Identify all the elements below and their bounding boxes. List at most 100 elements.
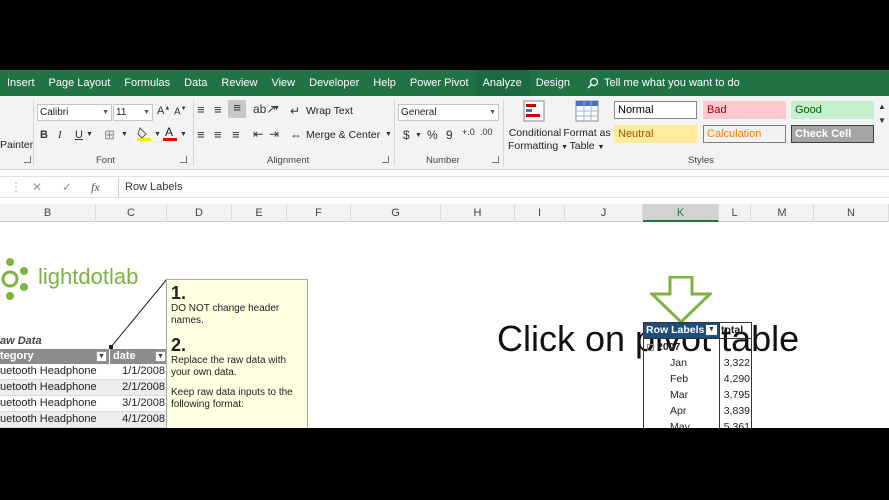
- column-header-l[interactable]: L: [719, 204, 751, 222]
- table-row[interactable]: uetooth Headphone 1/1/2008: [0, 364, 167, 380]
- decrease-decimal-icon[interactable]: .00: [480, 127, 493, 137]
- align-right-icon[interactable]: ≡: [232, 127, 240, 142]
- column-header-c[interactable]: C: [96, 204, 167, 222]
- bold-button[interactable]: B: [40, 129, 48, 141]
- font-color-icon[interactable]: A: [163, 125, 177, 144]
- collapse-icon[interactable]: −: [647, 343, 654, 351]
- increase-indent-icon[interactable]: ⇥: [269, 127, 279, 141]
- column-header-n[interactable]: N: [814, 204, 889, 222]
- align-middle-icon[interactable]: ≡: [214, 102, 222, 117]
- pivot-month-label[interactable]: Mar: [670, 387, 688, 403]
- pivot-month-label[interactable]: May: [670, 419, 690, 428]
- conditional-formatting-button[interactable]: Conditional Formatting ▼: [508, 127, 568, 154]
- tab-developer[interactable]: Developer: [302, 70, 366, 96]
- format-as-table-button[interactable]: Format as Table ▼: [562, 127, 612, 154]
- table-row[interactable]: uetooth Headphone 4/1/2008: [0, 412, 167, 428]
- decrease-indent-icon[interactable]: ⇤: [253, 127, 263, 141]
- tab-page-layout[interactable]: Page Layout: [42, 70, 118, 96]
- pivot-total-value[interactable]: 3,795: [719, 387, 750, 403]
- instruction-note[interactable]: 1. DO NOT change header names. 2. Replac…: [166, 279, 308, 428]
- merge-center-button[interactable]: Merge & Center: [306, 129, 380, 141]
- insert-function-icon[interactable]: fx: [91, 180, 100, 195]
- column-header-b[interactable]: B: [0, 204, 96, 222]
- column-header-j[interactable]: J: [565, 204, 643, 222]
- tab-insert[interactable]: Insert: [0, 70, 42, 96]
- pivot-total-value[interactable]: 3,839: [719, 403, 750, 419]
- column-header-h[interactable]: H: [441, 204, 515, 222]
- style-bad[interactable]: Bad: [703, 101, 786, 119]
- tab-analyze[interactable]: Analyze: [475, 70, 529, 96]
- column-header-k[interactable]: K: [643, 204, 719, 222]
- pivot-year-row[interactable]: −2007: [647, 339, 680, 355]
- format-as-table-icon[interactable]: [575, 100, 599, 125]
- pivot-month-label[interactable]: Feb: [670, 371, 688, 387]
- column-header-g[interactable]: G: [351, 204, 441, 222]
- styles-scroll-up-icon[interactable]: ▲: [878, 102, 886, 111]
- column-header-e[interactable]: E: [232, 204, 287, 222]
- pivot-total-value[interactable]: 4,290: [719, 371, 750, 387]
- font-launcher-icon[interactable]: [180, 156, 187, 163]
- currency-dropdown-icon[interactable]: ▼: [415, 132, 422, 139]
- column-header-i[interactable]: I: [515, 204, 565, 222]
- style-calculation[interactable]: Calculation: [703, 125, 786, 143]
- tab-formulas[interactable]: Formulas: [117, 70, 177, 96]
- number-launcher-icon[interactable]: [492, 156, 499, 163]
- filter-dropdown-icon[interactable]: ▼: [155, 351, 166, 362]
- formula-input[interactable]: Row Labels: [118, 177, 182, 197]
- table-row[interactable]: uetooth Headphone 3/1/2008: [0, 396, 167, 412]
- alignment-launcher-icon[interactable]: [382, 156, 389, 163]
- increase-decimal-icon[interactable]: +.0: [462, 127, 475, 137]
- align-left-icon[interactable]: ≡: [197, 127, 205, 142]
- table-header-category[interactable]: tegory ▼: [0, 349, 109, 364]
- filter-dropdown-icon[interactable]: ▼: [96, 351, 107, 362]
- font-color-dropdown-icon[interactable]: ▼: [180, 131, 187, 138]
- pivot-total-value[interactable]: 3,322: [719, 355, 750, 371]
- align-bottom-icon[interactable]: ≡: [228, 100, 246, 118]
- font-name-dropdown[interactable]: Calibri ▼: [37, 104, 112, 121]
- pivot-month-label[interactable]: Apr: [670, 403, 686, 419]
- worksheet-grid[interactable]: lightdotlab aw Data tegory ▼ date ▼ ueto…: [0, 222, 889, 428]
- table-row[interactable]: uetooth Headphone 2/1/2008: [0, 380, 167, 396]
- increase-font-icon[interactable]: A▲: [157, 105, 170, 117]
- style-normal[interactable]: Normal: [614, 101, 697, 119]
- tab-design[interactable]: Design: [529, 70, 577, 96]
- borders-icon[interactable]: ⊞: [104, 127, 115, 143]
- style-check-cell[interactable]: Check Cell: [791, 125, 874, 143]
- conditional-formatting-icon[interactable]: [523, 100, 545, 125]
- comma-button[interactable]: 9: [446, 128, 453, 142]
- tab-view[interactable]: View: [264, 70, 302, 96]
- style-neutral[interactable]: Neutral: [614, 125, 697, 143]
- pivot-month-label[interactable]: Jan: [670, 355, 687, 371]
- align-top-icon[interactable]: ≡: [197, 102, 205, 117]
- underline-dropdown-icon[interactable]: ▼: [86, 131, 93, 138]
- decrease-font-icon[interactable]: A▼: [174, 106, 187, 117]
- tell-me-search[interactable]: Tell me what you want to do: [587, 77, 740, 89]
- borders-dropdown-icon[interactable]: ▼: [121, 131, 128, 138]
- merge-center-icon[interactable]: ⇔: [290, 128, 302, 142]
- orientation-dropdown-icon[interactable]: ▼: [273, 105, 280, 112]
- clipboard-launcher-icon[interactable]: [24, 156, 31, 163]
- enter-icon[interactable]: ✓: [62, 180, 72, 194]
- percent-button[interactable]: %: [427, 128, 438, 142]
- tab-review[interactable]: Review: [214, 70, 264, 96]
- currency-button[interactable]: $: [403, 128, 410, 142]
- wrap-text-icon[interactable]: ↵: [290, 104, 300, 118]
- align-center-icon[interactable]: ≡: [214, 127, 222, 142]
- wrap-text-button[interactable]: Wrap Text: [306, 105, 353, 117]
- tab-data[interactable]: Data: [177, 70, 214, 96]
- column-header-f[interactable]: F: [287, 204, 351, 222]
- styles-scroll-down-icon[interactable]: ▼: [878, 116, 886, 125]
- merge-dropdown-icon[interactable]: ▼: [385, 131, 392, 138]
- format-painter-button[interactable]: Painter: [0, 139, 33, 151]
- italic-button[interactable]: I: [58, 129, 62, 141]
- number-format-dropdown[interactable]: General ▼: [398, 104, 499, 121]
- underline-button[interactable]: U: [75, 129, 83, 141]
- font-size-dropdown[interactable]: 11 ▼: [113, 104, 153, 121]
- pivot-total-value[interactable]: 5,361: [719, 419, 750, 428]
- cancel-icon[interactable]: ✕: [32, 180, 42, 194]
- fill-color-dropdown-icon[interactable]: ▼: [154, 131, 161, 138]
- column-header-m[interactable]: M: [751, 204, 814, 222]
- style-good[interactable]: Good: [791, 101, 874, 119]
- column-header-d[interactable]: D: [167, 204, 232, 222]
- tab-help[interactable]: Help: [366, 70, 403, 96]
